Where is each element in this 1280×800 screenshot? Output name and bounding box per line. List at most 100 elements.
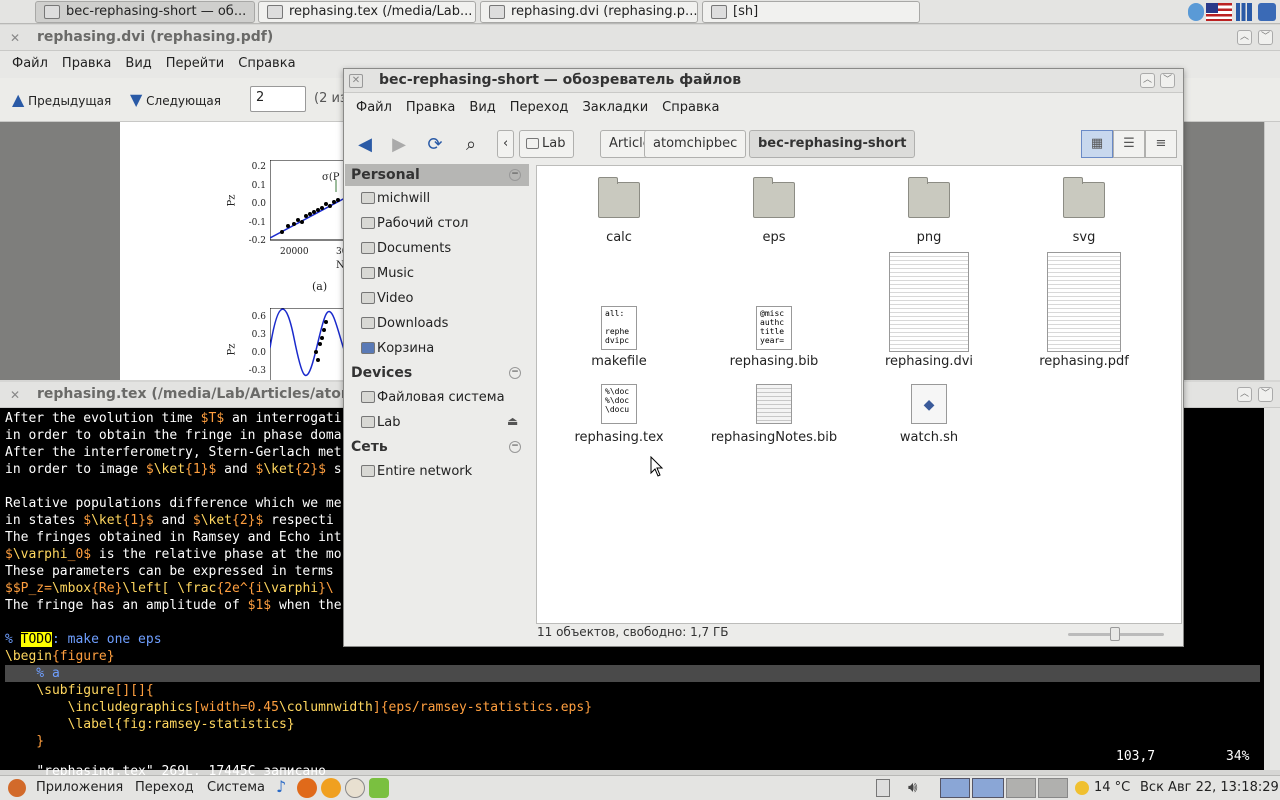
page-number-input[interactable]: 2 [250,86,306,112]
next-page-button[interactable]: ▼ Следующая [130,90,221,109]
forward-arrow-icon[interactable]: ▶ [388,134,410,156]
clock[interactable]: Вск Авг 22, 13:18:29 [1140,780,1279,795]
menu-go[interactable]: Переход [510,100,569,115]
weather-temperature[interactable]: 14 °C [1094,780,1130,795]
file-manager-titlebar[interactable]: ✕ bec-rephasing-short — обозреватель фай… [344,69,1183,93]
maximize-button[interactable]: ﹀ [1258,30,1273,45]
menu-help[interactable]: Справка [238,56,295,71]
file-item-png[interactable]: png [859,174,999,245]
file-item-watch-sh[interactable]: ◆ watch.sh [859,384,999,448]
sidebar-item-video[interactable]: Video [359,287,413,311]
menu-edit[interactable]: Правка [62,56,111,71]
menu-go[interactable]: Перейти [166,56,225,71]
pidgin-icon[interactable] [321,778,341,798]
sidebar-item-downloads[interactable]: Downloads [359,312,448,336]
file-view[interactable]: calc eps png svg all: rephe dvipc makefil… [536,165,1182,624]
clipboard-icon[interactable] [876,779,890,797]
system-monitor-icon[interactable] [1236,3,1252,21]
minimize-button[interactable]: ︿ [1237,30,1252,45]
close-icon[interactable]: ✕ [8,31,22,45]
workspace-3[interactable] [1006,778,1036,798]
terminal-scrollbar[interactable] [1264,408,1280,770]
text-file-icon: all: rephe dvipc [601,306,637,350]
menu-file[interactable]: Файл [12,56,48,71]
sidebar-item-entire-network[interactable]: Entire network [359,460,472,484]
menu-edit[interactable]: Правка [406,100,455,115]
minimize-button[interactable]: ︿ [1237,387,1252,402]
zoom-slider-handle[interactable] [1110,627,1120,641]
keyboard-layout-flag-icon[interactable] [1206,3,1232,21]
workspace-1[interactable] [940,778,970,798]
network-icon[interactable] [1188,3,1204,21]
menu-bookmarks[interactable]: Закладки [582,100,648,115]
sidebar-item-michwill[interactable]: michwill [359,187,430,211]
maximize-button[interactable]: ﹀ [1258,387,1273,402]
workspace-2[interactable] [972,778,1004,798]
editor-text-segment: \label [67,717,115,732]
taskbar-button-document-viewer[interactable]: rephasing.dvi (rephasing.p... [480,1,698,23]
sidebar-item-documents[interactable]: Documents [359,237,451,261]
taskbar-button-file-manager[interactable]: bec-rephasing-short — об... [35,1,255,23]
file-item-rephasingnotes-bib[interactable]: rephasingNotes.bib [704,384,844,448]
window-title: bec-rephasing-short — обозреватель файло… [379,72,742,88]
volume-icon[interactable]: 🔊︎ [908,778,917,796]
sidebar-section-devices[interactable]: Devices − [345,362,529,384]
maximize-button[interactable]: ﹀ [1160,73,1175,88]
mail-icon[interactable] [345,778,365,798]
taskbar-button-editor[interactable]: rephasing.tex (/media/Lab... [258,1,476,23]
file-item-rephasing-pdf[interactable]: rephasing.pdf [1014,250,1154,370]
sidebar: Personal − michwill Рабочий стол Document… [345,164,529,644]
document-scrollbar[interactable] [1264,122,1280,380]
file-manager-toolbar: ◀ ▶ ⟳ ⌕ ‹ Lab Articles atomchipbec bec-r… [344,125,1183,165]
editor-text-segment: in order to image [5,462,146,477]
search-icon[interactable]: ⌕ [460,134,482,156]
sidebar-item-lab[interactable]: Lab [359,411,400,435]
back-arrow-icon[interactable]: ◀ [354,134,376,156]
document-viewer-titlebar[interactable]: ✕ rephasing.dvi (rephasing.pdf) ︿ ﹀ [0,25,1280,51]
music-note-icon[interactable]: ♪ [276,777,286,796]
close-icon[interactable]: ✕ [8,388,22,402]
collapse-icon[interactable]: − [509,367,521,379]
breadcrumb-scroll-left-button[interactable]: ‹ [497,130,515,158]
file-item-rephasing-tex[interactable]: %\doc %\doc \docu rephasing.tex [549,384,689,448]
menu-applications[interactable]: Приложения [36,780,123,795]
breadcrumb-bec-rephasing-short[interactable]: bec-rephasing-short [749,130,916,158]
compact-view-button[interactable]: ≡ [1145,130,1177,158]
file-item-rephasing-bib[interactable]: @misc authc title year= rephasing.bib [704,306,844,370]
menu-places[interactable]: Переход [135,780,194,795]
file-item-rephasing-dvi[interactable]: rephasing.dvi [859,250,999,370]
eject-icon[interactable]: ⏏ [507,414,518,428]
collapse-icon[interactable]: − [509,441,521,453]
firefox-icon[interactable] [297,778,317,798]
menu-view[interactable]: Вид [125,56,151,71]
breadcrumb-lab[interactable]: Lab [519,130,575,158]
breadcrumb-atomchipbec[interactable]: atomchipbec [644,130,747,158]
file-item-svg[interactable]: svg [1014,174,1154,245]
reload-icon[interactable]: ⟳ [424,134,446,156]
plot-b-ylabel: Pz [226,343,238,356]
file-item-eps[interactable]: eps [704,174,844,245]
workspace-4[interactable] [1038,778,1068,798]
sidebar-item-trash[interactable]: Корзина [359,337,434,361]
editor-text-segment: in order to obtain the fringe in phase d… [5,428,342,443]
file-item-makefile[interactable]: all: rephe dvipc makefile [549,306,689,370]
sidebar-item-filesystem[interactable]: Файловая система [359,386,505,410]
workspace-switcher-icon[interactable] [1258,3,1276,21]
icon-view-button[interactable]: ▦ [1081,130,1113,158]
menu-view[interactable]: Вид [469,100,495,115]
sidebar-item-desktop[interactable]: Рабочий стол [359,212,468,236]
download-icon[interactable] [369,778,389,798]
sidebar-section-network[interactable]: Сеть − [345,436,529,458]
collapse-icon[interactable]: − [509,169,521,181]
file-item-calc[interactable]: calc [549,174,689,245]
sidebar-section-personal[interactable]: Personal − [345,164,529,186]
sidebar-item-music[interactable]: Music [359,262,414,286]
taskbar-button-terminal[interactable]: [sh] [702,1,920,23]
menu-file[interactable]: Файл [356,100,392,115]
menu-system[interactable]: Система [207,780,265,795]
menu-help[interactable]: Справка [662,100,719,115]
previous-page-button[interactable]: ▲ Предыдущая [12,90,111,109]
minimize-button[interactable]: ︿ [1140,73,1155,88]
list-view-button[interactable]: ☰ [1113,130,1145,158]
close-icon[interactable]: ✕ [349,74,363,88]
